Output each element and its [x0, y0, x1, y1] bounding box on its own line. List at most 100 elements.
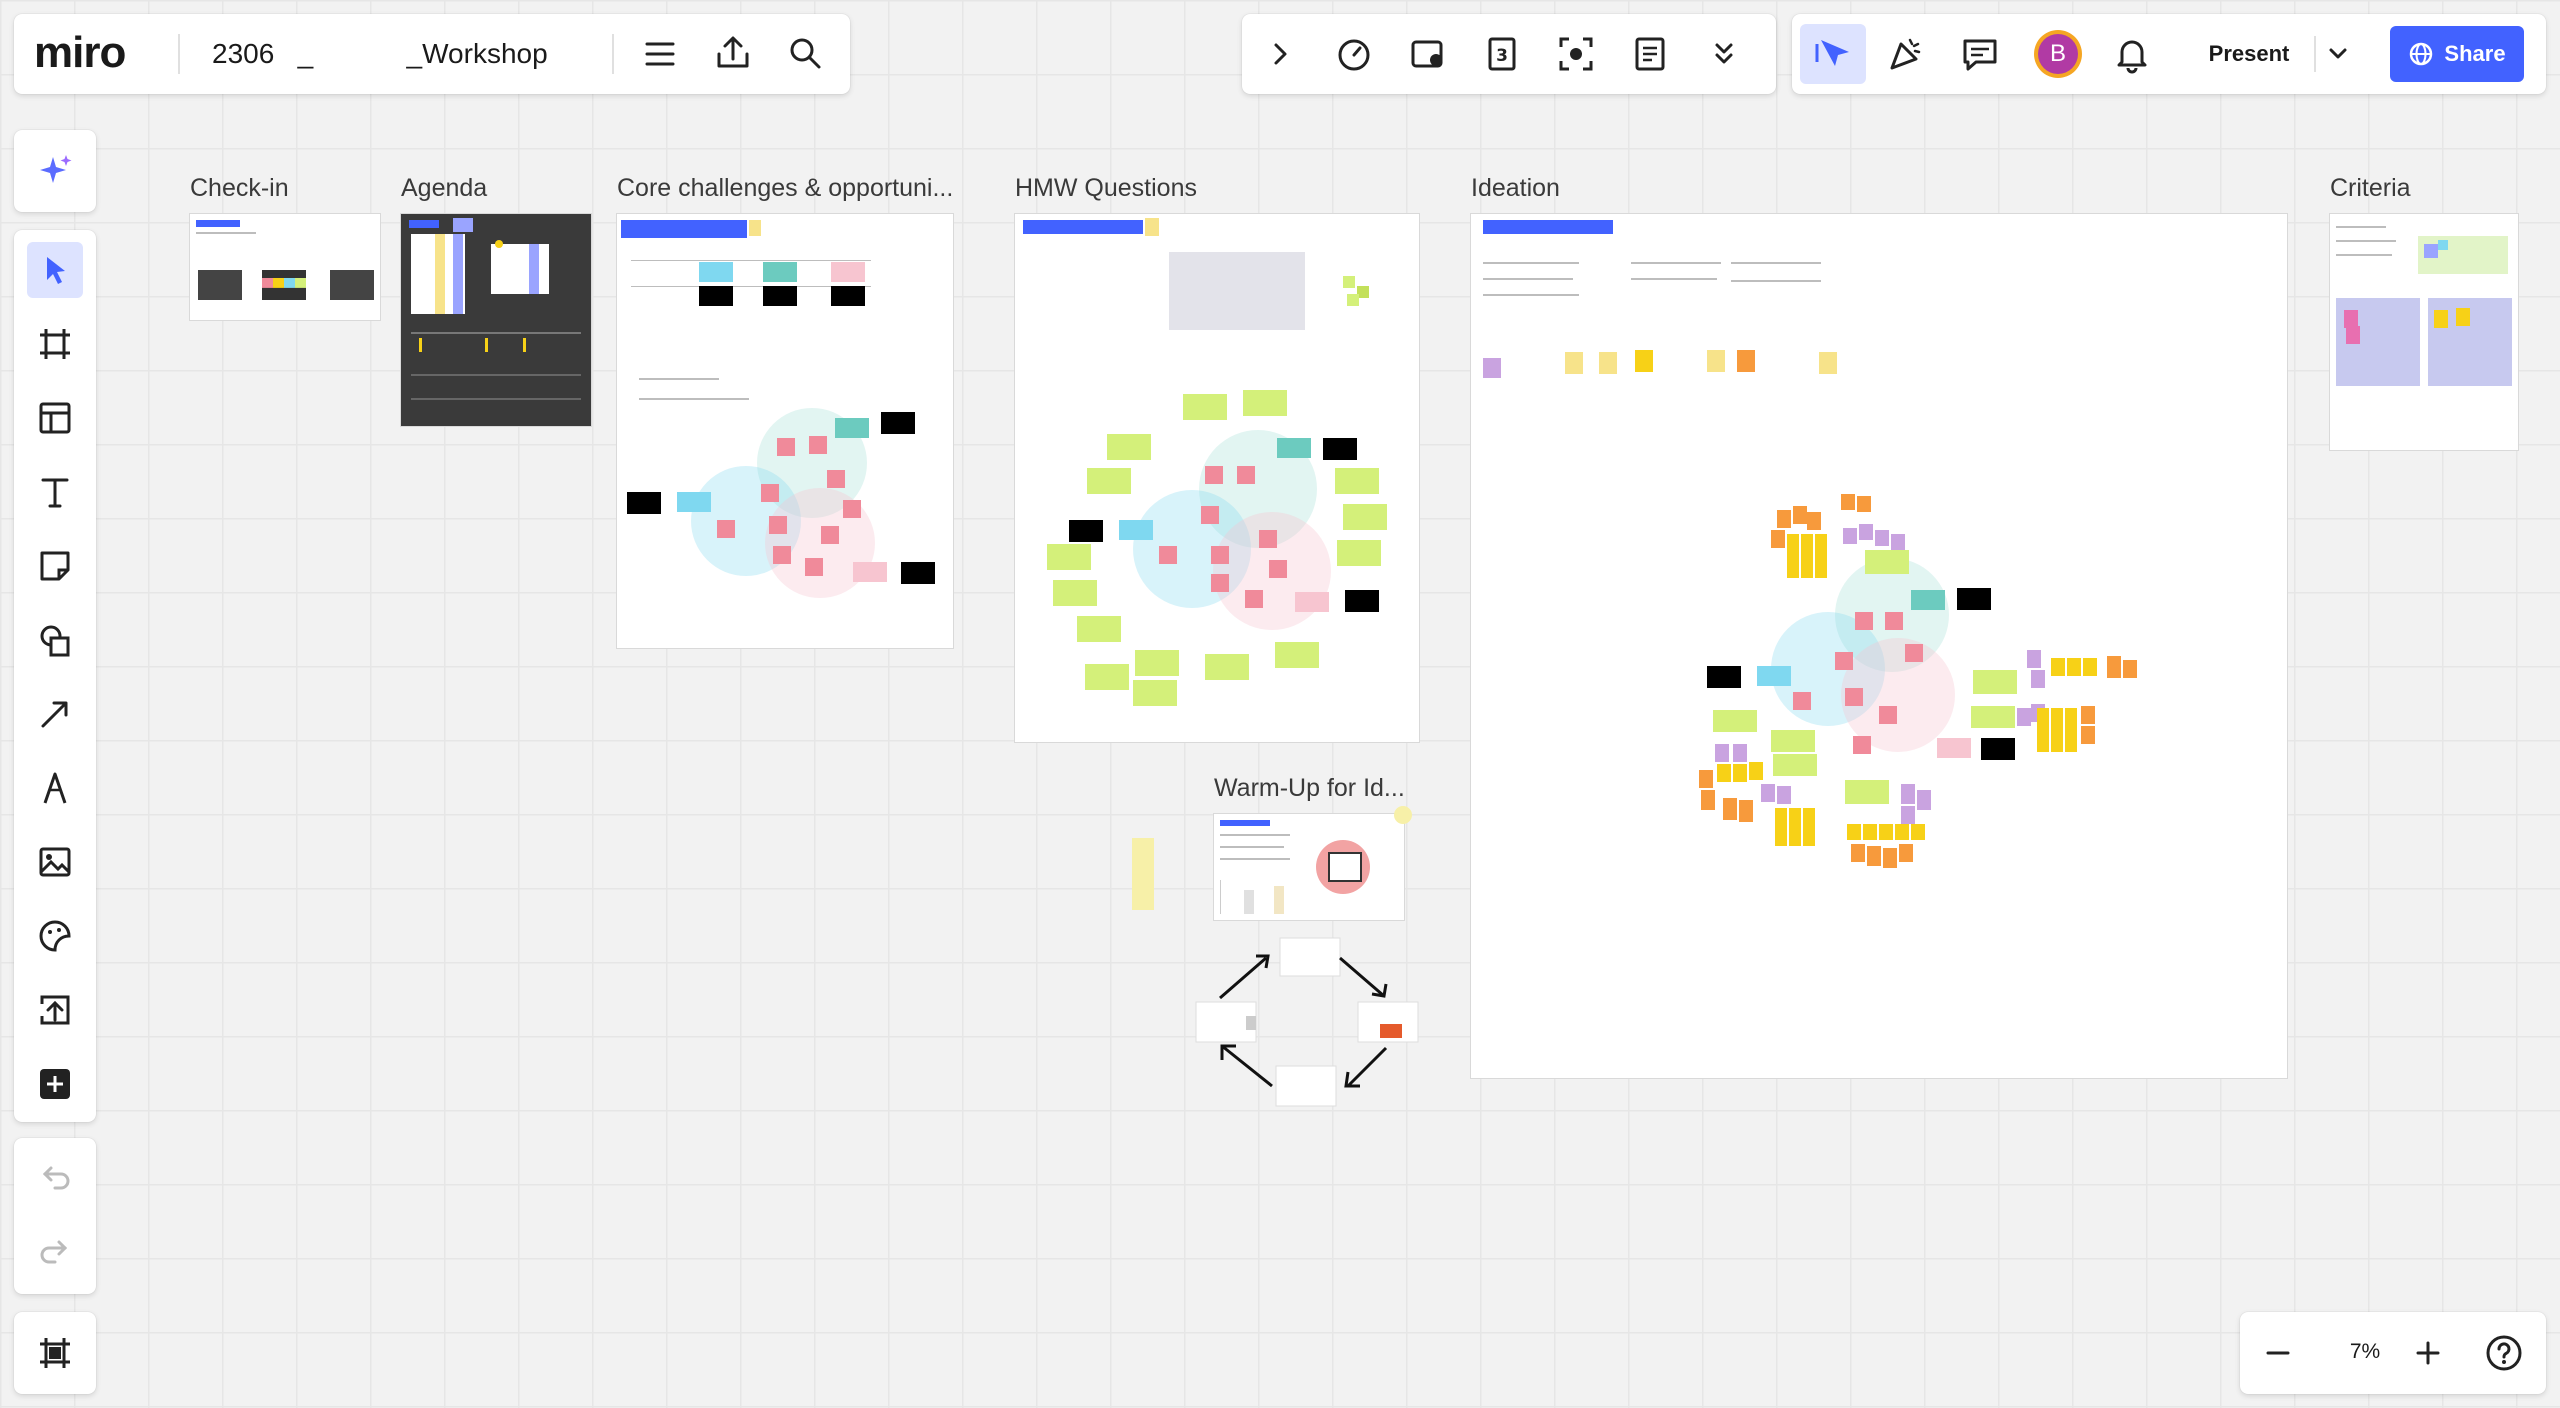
sticky-note: [777, 438, 795, 456]
sticky-note: [1343, 276, 1355, 288]
share-button[interactable]: Share: [2390, 26, 2524, 82]
sticky-note: [1135, 650, 1179, 676]
text-line: [2336, 254, 2392, 256]
text-line: [1631, 262, 1721, 264]
help-icon[interactable]: [2484, 1333, 2524, 1373]
frame-warm-up[interactable]: [1214, 814, 1404, 920]
frame-title-core-challenges[interactable]: Core challenges & opportuni...: [617, 174, 953, 203]
frame-title-ideation[interactable]: Ideation: [1471, 174, 1560, 203]
sticky-note: [769, 516, 787, 534]
sticky-note: [1851, 844, 1865, 862]
sticky-note: [1891, 534, 1905, 550]
sticky-note: [821, 526, 839, 544]
sticky-note: [1819, 352, 1837, 374]
frame-criteria[interactable]: [2330, 214, 2518, 450]
sticky-note: [1211, 574, 1229, 592]
zoom-out-icon[interactable]: [2260, 1335, 2296, 1371]
main-menu-icon[interactable]: [642, 36, 678, 72]
sticky-note: [1771, 530, 1785, 548]
frame-hmw-questions[interactable]: [1015, 214, 1419, 742]
chevron-down-icon[interactable]: [2322, 38, 2354, 70]
sticky-note: [1345, 590, 1379, 612]
undo-button[interactable]: [27, 1150, 83, 1206]
sticky-note: [1807, 512, 1821, 530]
sticky-note: [1269, 560, 1287, 578]
redo-button[interactable]: [27, 1224, 83, 1280]
sticky-note: [1901, 784, 1915, 804]
chevron-double-down-icon[interactable]: [1706, 36, 1742, 72]
sticky-note: [749, 220, 761, 236]
sticky-note: [805, 558, 823, 576]
voting-icon[interactable]: 3: [1482, 34, 1522, 74]
sticky-note: [1883, 848, 1897, 868]
sticky-note: [1047, 544, 1091, 570]
sticky-note: [1069, 520, 1103, 542]
shapes-tool[interactable]: [27, 612, 83, 668]
avatar[interactable]: B: [2034, 30, 2082, 78]
agenda-marker: [523, 338, 526, 352]
sticky-note: [1295, 592, 1329, 612]
frame-check-in[interactable]: [190, 214, 380, 320]
text-line: [2336, 240, 2396, 242]
sticky-note: [1801, 534, 1813, 578]
stickers-tool[interactable]: [27, 908, 83, 964]
pen-tool[interactable]: [27, 760, 83, 816]
present-button[interactable]: Present: [2186, 24, 2312, 84]
export-icon[interactable]: [714, 34, 752, 72]
frame-agenda[interactable]: [401, 214, 591, 426]
warm-up-cycle-diagram[interactable]: [1190, 932, 1470, 1132]
zoom-in-icon[interactable]: [2410, 1335, 2446, 1371]
sticky-note: [763, 262, 797, 282]
sticky-note: [1859, 524, 1873, 540]
board-title[interactable]: 2306 _ _Workshop: [212, 38, 548, 70]
comments-icon[interactable]: [1960, 34, 2000, 74]
frame-title-agenda[interactable]: Agenda: [401, 174, 487, 203]
table-line: [631, 260, 871, 261]
sticky-note: [1917, 790, 1931, 810]
frame-title-criteria[interactable]: Criteria: [2330, 174, 2411, 203]
connector-tool[interactable]: [27, 686, 83, 742]
bell-icon[interactable]: [2112, 34, 2152, 74]
image-tool[interactable]: [27, 834, 83, 890]
sticky-note-tool[interactable]: [27, 538, 83, 594]
templates-tool[interactable]: [27, 390, 83, 446]
video-icon[interactable]: [1408, 34, 1448, 74]
zoom-level[interactable]: 7%: [2330, 1340, 2400, 1364]
timer-icon[interactable]: [1334, 34, 1374, 74]
text-line: [639, 398, 749, 400]
frame-title-check-in[interactable]: Check-in: [190, 174, 289, 203]
sticky-note: [1733, 764, 1747, 782]
present-divider: [2314, 36, 2316, 72]
frame-core-challenges[interactable]: [617, 214, 953, 648]
sticky-note: [1237, 466, 1255, 484]
search-icon[interactable]: [786, 34, 824, 72]
sticky-note: [1107, 434, 1151, 460]
miro-logo[interactable]: miro: [34, 28, 126, 78]
notes-icon[interactable]: [1630, 34, 1670, 74]
more-apps-tool[interactable]: [27, 1056, 83, 1112]
frame-ideation[interactable]: [1471, 214, 2287, 1078]
sticky-note: [699, 286, 733, 306]
sticky-note: [1885, 612, 1903, 630]
select-tool[interactable]: [27, 242, 83, 298]
frame-title-warm-up[interactable]: Warm-Up for Id...: [1214, 774, 1405, 803]
frames-list-button[interactable]: [27, 1325, 83, 1381]
sticky-note: [773, 546, 791, 564]
sticky-note: [1275, 642, 1319, 668]
sticky-note: [1841, 494, 1855, 510]
chevron-right-icon[interactable]: [1264, 38, 1296, 70]
frame-title-hmw-questions[interactable]: HMW Questions: [1015, 174, 1197, 203]
frame-tool[interactable]: [27, 316, 83, 372]
sticky-note: [1773, 754, 1817, 776]
sticky-note: [2051, 708, 2063, 752]
sticky-note: [1739, 800, 1753, 822]
frame-header-block: [1023, 220, 1143, 234]
ai-assist-button[interactable]: [27, 143, 83, 199]
celebrate-icon[interactable]: [1886, 34, 1926, 74]
sticky-note: [1895, 824, 1909, 840]
text-tool[interactable]: [27, 464, 83, 520]
text-line: [1731, 262, 1821, 264]
upload-tool[interactable]: [27, 982, 83, 1038]
focus-icon[interactable]: [1556, 34, 1596, 74]
cursor-mode-button[interactable]: [1800, 24, 1866, 84]
